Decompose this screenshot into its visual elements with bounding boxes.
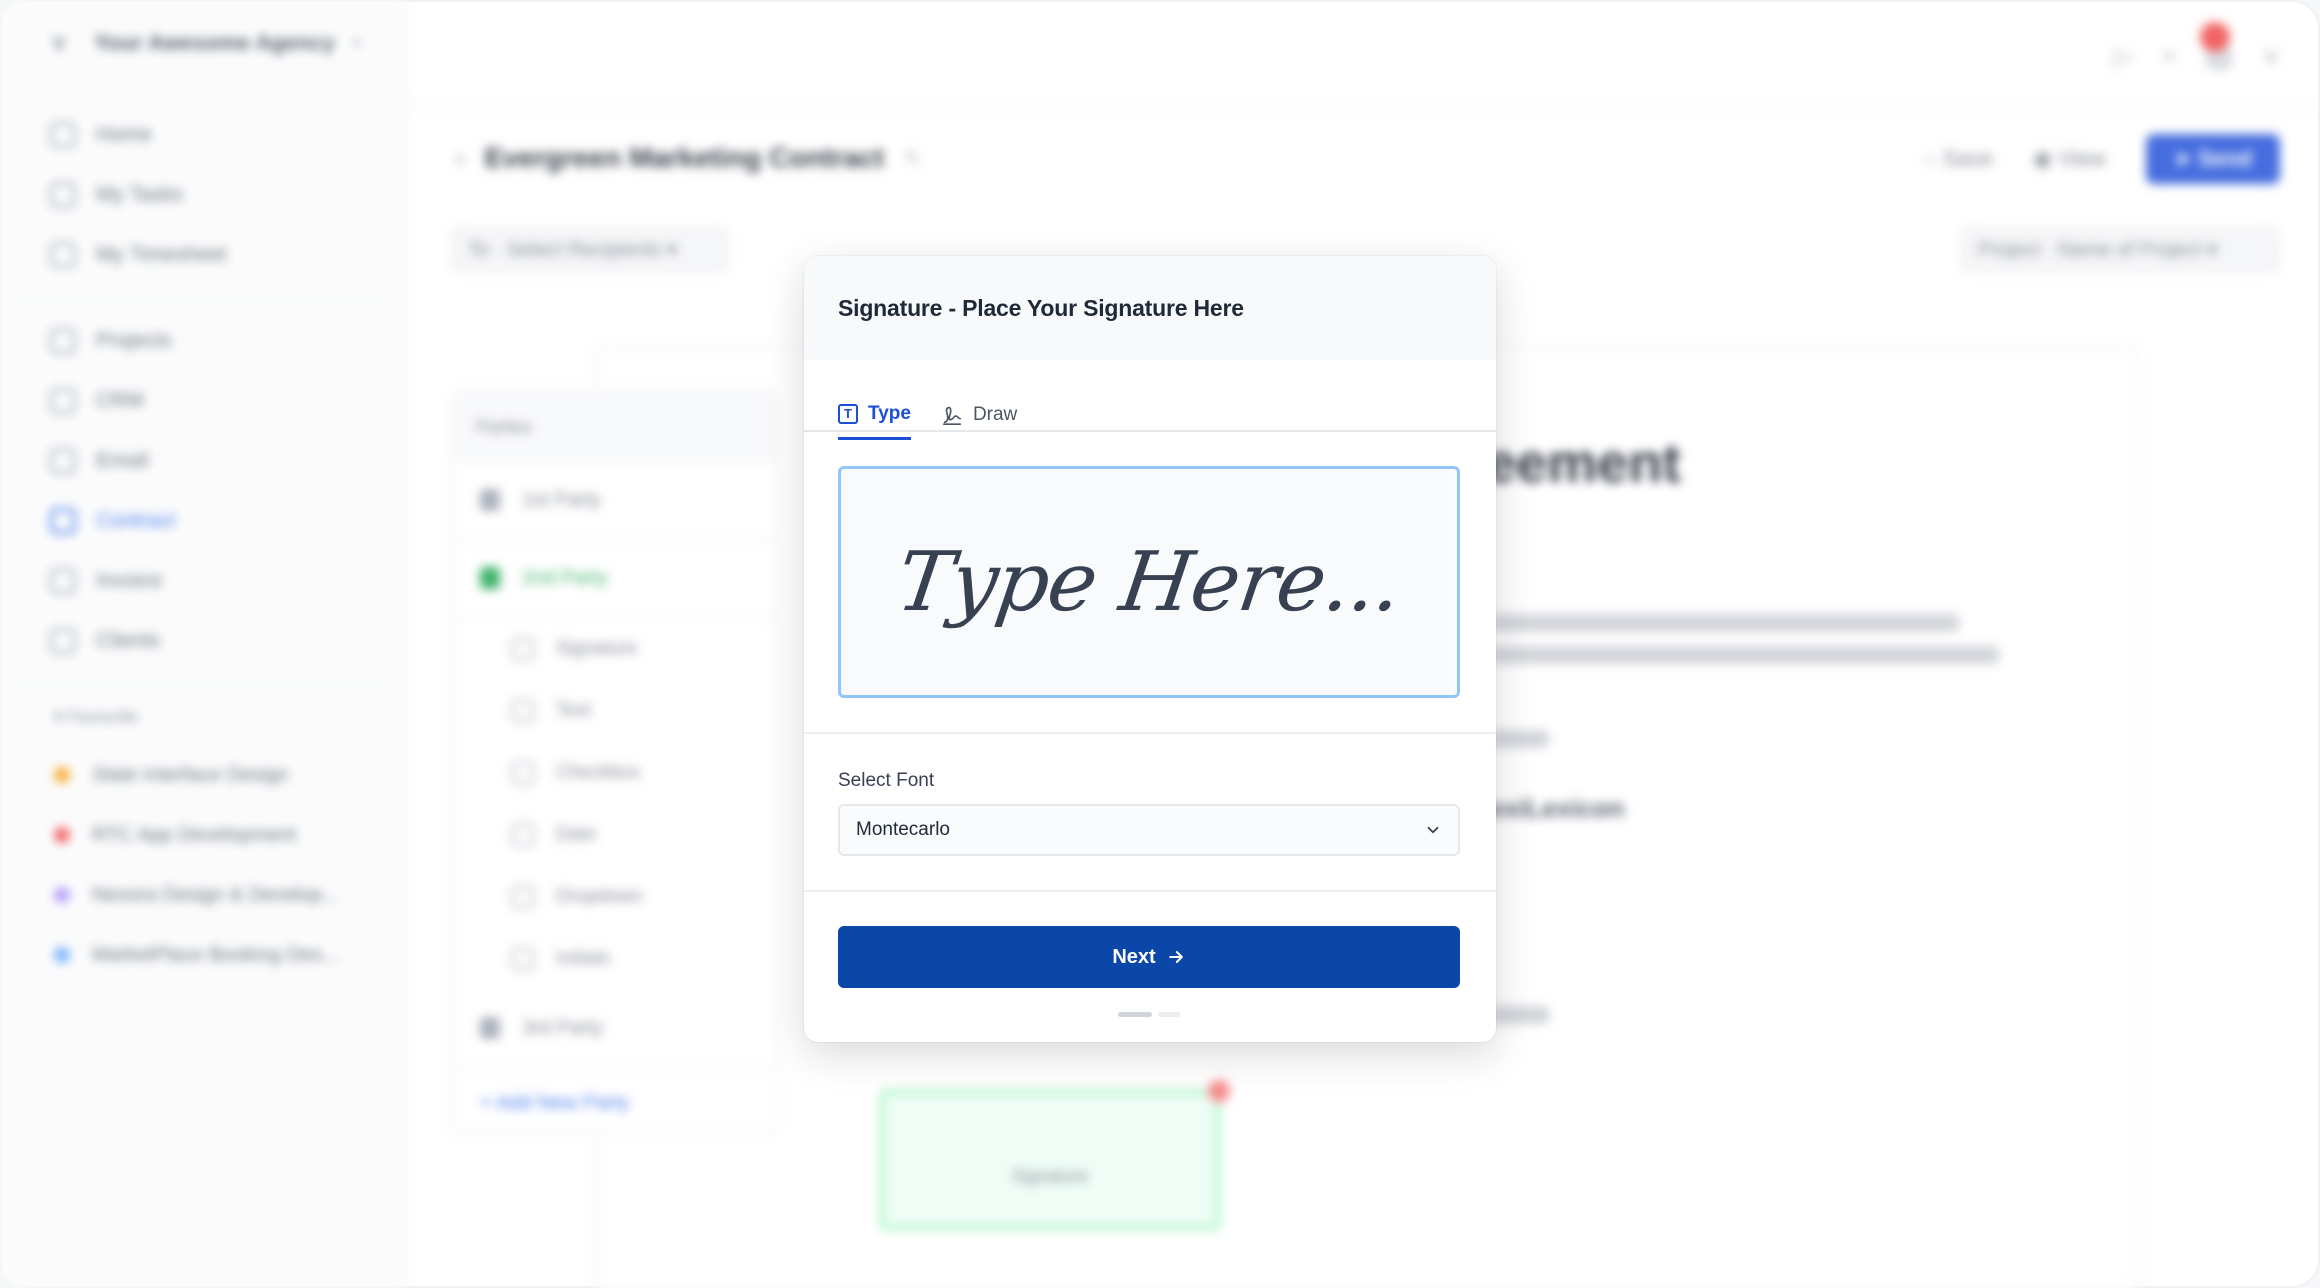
step-indicator [1118, 1012, 1180, 1017]
tab-type[interactable]: T Type [838, 390, 911, 440]
section-divider [804, 890, 1496, 892]
step-dot [1118, 1012, 1152, 1017]
signature-placeholder: Type Here... [891, 534, 1407, 630]
next-button[interactable]: Next [838, 926, 1460, 988]
font-select-value: Montecarlo [856, 819, 950, 840]
modal-header: Signature - Place Your Signature Here [804, 256, 1496, 360]
app-frame: ⋎ Your Awesome Agency ▾ Home My Tasks My… [0, 0, 2320, 1288]
step-dot [1158, 1012, 1180, 1017]
arrow-right-icon [1168, 951, 1183, 963]
section-divider [804, 732, 1496, 734]
tab-draw[interactable]: Draw [941, 390, 1017, 440]
signature-type-input[interactable]: Type Here... [838, 466, 1460, 698]
modal-title: Signature - Place Your Signature Here [838, 294, 1244, 321]
select-font-label: Select Font [838, 770, 935, 791]
signature-modal: Signature - Place Your Signature Here T … [804, 256, 1496, 1042]
signature-tabs: T Type Draw [838, 390, 1496, 440]
pen-signature-icon [942, 406, 962, 425]
chevron-down-icon [1427, 826, 1439, 834]
font-select-dropdown[interactable]: Montecarlo [838, 804, 1460, 856]
text-box-icon: T [838, 403, 858, 424]
